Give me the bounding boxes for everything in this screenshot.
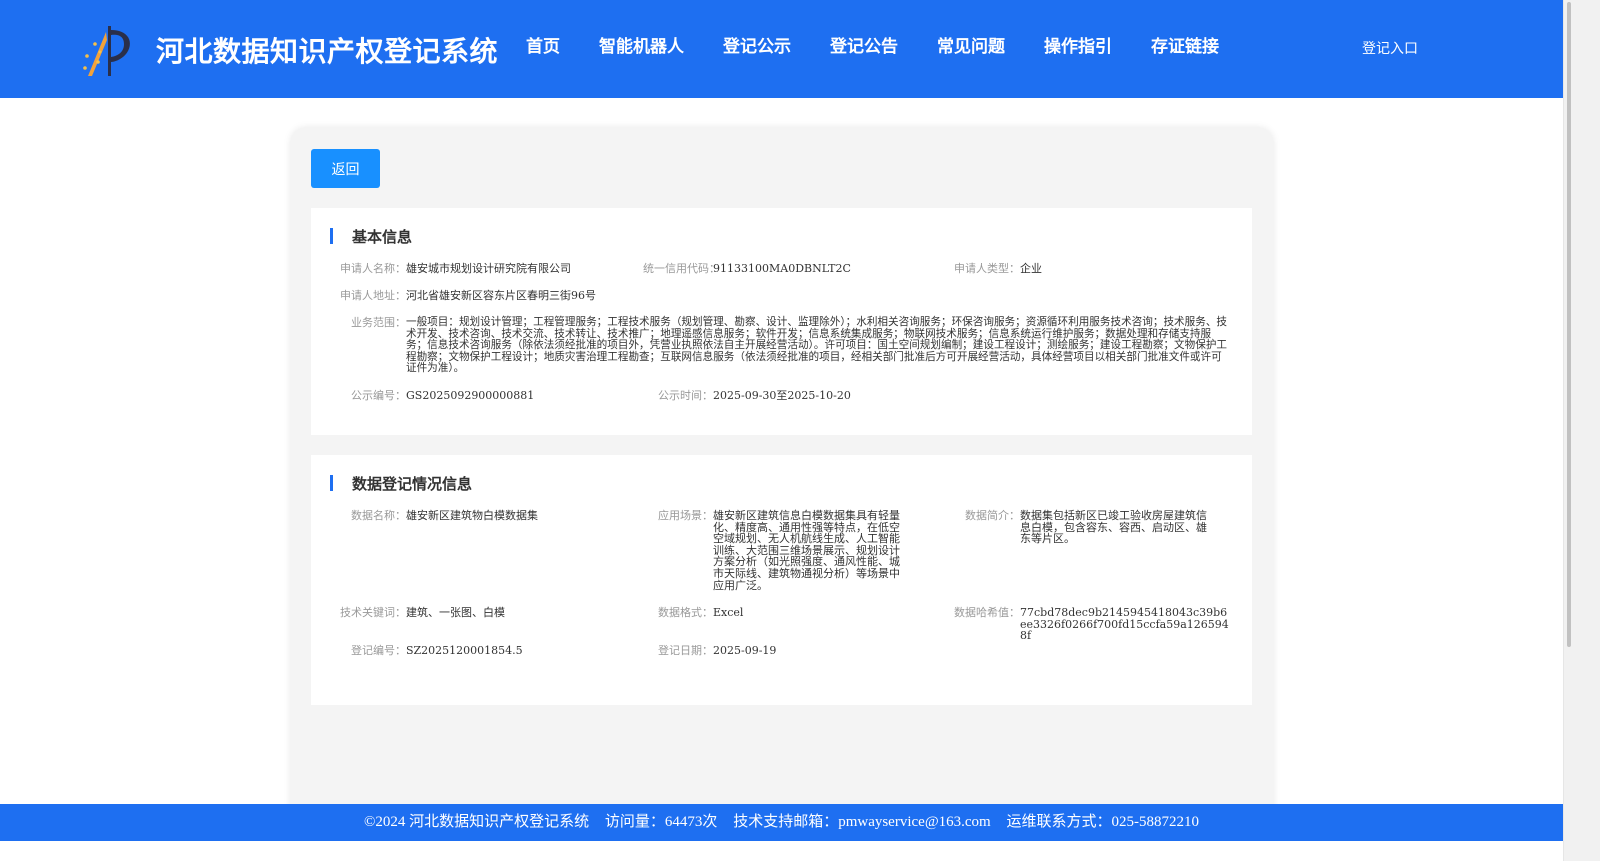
scrollbar[interactable] bbox=[1563, 0, 1600, 861]
nav-publicity[interactable]: 登记公示 bbox=[723, 36, 791, 58]
field-label: 申请人类型： bbox=[954, 262, 1020, 275]
data-registration-card: 数据登记情况信息 数据名称： 雄安新区建筑物白模数据集 应用场景： 雄安新区建筑… bbox=[311, 455, 1252, 705]
data-name-field: 数据名称： 雄安新区建筑物白模数据集 bbox=[336, 510, 636, 522]
footer-visits: 访问量：64473次 bbox=[604, 814, 718, 830]
section-marker bbox=[330, 475, 333, 491]
applicant-type-field: 申请人类型： 企业 bbox=[950, 263, 1230, 275]
field-label: 技术关键词： bbox=[340, 606, 406, 619]
nav-announcement[interactable]: 登记公告 bbox=[830, 36, 898, 58]
reg-date-field: 登记日期： 2025-09-19 bbox=[643, 645, 903, 657]
applicant-name: 雄安城市规划设计研究院有限公司 bbox=[406, 262, 571, 275]
business-scope: 一般项目：规划设计管理；工程管理服务；工程技术服务（规划管理、勘察、设计、监理除… bbox=[406, 316, 1228, 375]
field-label: 申请人地址： bbox=[340, 289, 406, 302]
nav-robot[interactable]: 智能机器人 bbox=[599, 36, 684, 58]
site-title: 河北数据知识产权登记系统 bbox=[156, 35, 499, 68]
keywords-field: 技术关键词： 建筑、一张图、白模 bbox=[336, 607, 636, 619]
nav-home[interactable]: 首页 bbox=[526, 36, 560, 58]
notice-time-field: 公示时间： 2025-09-30至2025-10-20 bbox=[643, 390, 943, 402]
data-info-title: 数据登记情况信息 bbox=[352, 474, 473, 493]
registration-number: SZ2025120001854.5 bbox=[406, 644, 523, 657]
notice-time: 2025-09-30至2025-10-20 bbox=[713, 389, 851, 402]
page-footer: ©2024 河北数据知识产权登记系统 访问量：64473次 技术支持邮箱：pmw… bbox=[0, 804, 1563, 841]
address-field: 申请人地址： 河北省雄安新区容东片区春明三街96号 bbox=[336, 290, 936, 302]
section-marker bbox=[330, 228, 333, 244]
scope-field: 业务范围： 一般项目：规划设计管理；工程管理服务；工程技术服务（规划管理、勘察、… bbox=[336, 316, 1231, 375]
field-label: 应用场景： bbox=[658, 509, 713, 522]
nav-guide[interactable]: 操作指引 bbox=[1044, 36, 1112, 58]
main-nav: 首页 智能机器人 登记公示 登记公告 常见问题 操作指引 存证链接 bbox=[507, 36, 1258, 58]
application-scenario: 雄安新区建筑信息白模数据集具有轻量化、精度高、通用性强等特点，在低空空域规划、无… bbox=[713, 509, 900, 592]
basic-info-title: 基本信息 bbox=[352, 227, 413, 246]
field-label: 数据名称： bbox=[351, 509, 406, 522]
field-label: 数据简介： bbox=[965, 509, 1020, 522]
back-button[interactable]: 返回 bbox=[311, 149, 380, 188]
field-label: 统一信用代码： bbox=[643, 262, 720, 275]
registration-date: 2025-09-19 bbox=[713, 644, 777, 657]
nav-evidence-link[interactable]: 存证链接 bbox=[1151, 36, 1219, 58]
applicant-name-field: 申请人名称： 雄安城市规划设计研究院有限公司 bbox=[336, 263, 636, 275]
notice-no-field: 公示编号： GS2025092900000881 bbox=[336, 390, 636, 402]
credit-code: 91133100MA0DBNLT2C bbox=[713, 262, 851, 275]
login-link[interactable]: 登记入口 bbox=[1362, 38, 1418, 58]
credit-code-field: 统一信用代码： 91133100MA0DBNLT2C bbox=[643, 263, 943, 275]
tech-keywords: 建筑、一张图、白模 bbox=[406, 606, 505, 619]
field-label: 公示编号： bbox=[351, 389, 406, 402]
basic-info-header: 基本信息 bbox=[330, 227, 413, 246]
footer-email: 技术支持邮箱：pmwayservice@163.com bbox=[733, 814, 991, 830]
field-label: 登记日期： bbox=[658, 644, 713, 657]
format-field: 数据格式： Excel bbox=[643, 607, 903, 619]
nav-faq[interactable]: 常见问题 bbox=[937, 36, 1005, 58]
data-hash: 77cbd78dec9b2145945418043c39b6ee3326f026… bbox=[1020, 606, 1229, 643]
applicant-type: 企业 bbox=[1020, 262, 1042, 275]
scrollbar-thumb[interactable] bbox=[1567, 2, 1571, 647]
data-name: 雄安新区建筑物白模数据集 bbox=[406, 509, 538, 522]
data-summary: 数据集包括新区已竣工验收房屋建筑信息白模，包含容东、容西、启动区、雄东等片区。 bbox=[1020, 509, 1207, 546]
field-label: 数据哈希值： bbox=[954, 606, 1020, 619]
top-header: 河北数据知识产权登记系统 首页 智能机器人 登记公示 登记公告 常见问题 操作指… bbox=[0, 0, 1563, 98]
field-label: 登记编号： bbox=[351, 644, 406, 657]
footer-copyright: ©2024 河北数据知识产权登记系统 bbox=[364, 814, 590, 830]
reg-no-field: 登记编号： SZ2025120001854.5 bbox=[336, 645, 636, 657]
basic-info-card: 基本信息 申请人名称： 雄安城市规划设计研究院有限公司 统一信用代码： 9113… bbox=[311, 208, 1252, 435]
notice-number: GS2025092900000881 bbox=[406, 389, 535, 402]
hash-field: 数据哈希值： 77cbd78dec9b2145945418043c39b6ee3… bbox=[950, 607, 1230, 642]
summary-field: 数据简介： 数据集包括新区已竣工验收房屋建筑信息白模，包含容东、容西、启动区、雄… bbox=[950, 510, 1210, 545]
detail-panel: 返回 基本信息 申请人名称： 雄安城市规划设计研究院有限公司 统一信用代码： 9… bbox=[291, 128, 1273, 828]
data-format: Excel bbox=[713, 606, 744, 619]
field-label: 数据格式： bbox=[658, 606, 713, 619]
field-label: 申请人名称： bbox=[340, 262, 406, 275]
applicant-address: 河北省雄安新区容东片区春明三街96号 bbox=[406, 289, 596, 302]
field-label: 公示时间： bbox=[658, 389, 713, 402]
logo-icon bbox=[83, 26, 130, 76]
footer-phone: 运维联系方式：025-58872210 bbox=[1006, 814, 1199, 830]
scenario-field: 应用场景： 雄安新区建筑信息白模数据集具有轻量化、精度高、通用性强等特点，在低空… bbox=[643, 509, 903, 592]
field-label: 业务范围： bbox=[351, 316, 406, 329]
data-info-header: 数据登记情况信息 bbox=[330, 474, 473, 493]
